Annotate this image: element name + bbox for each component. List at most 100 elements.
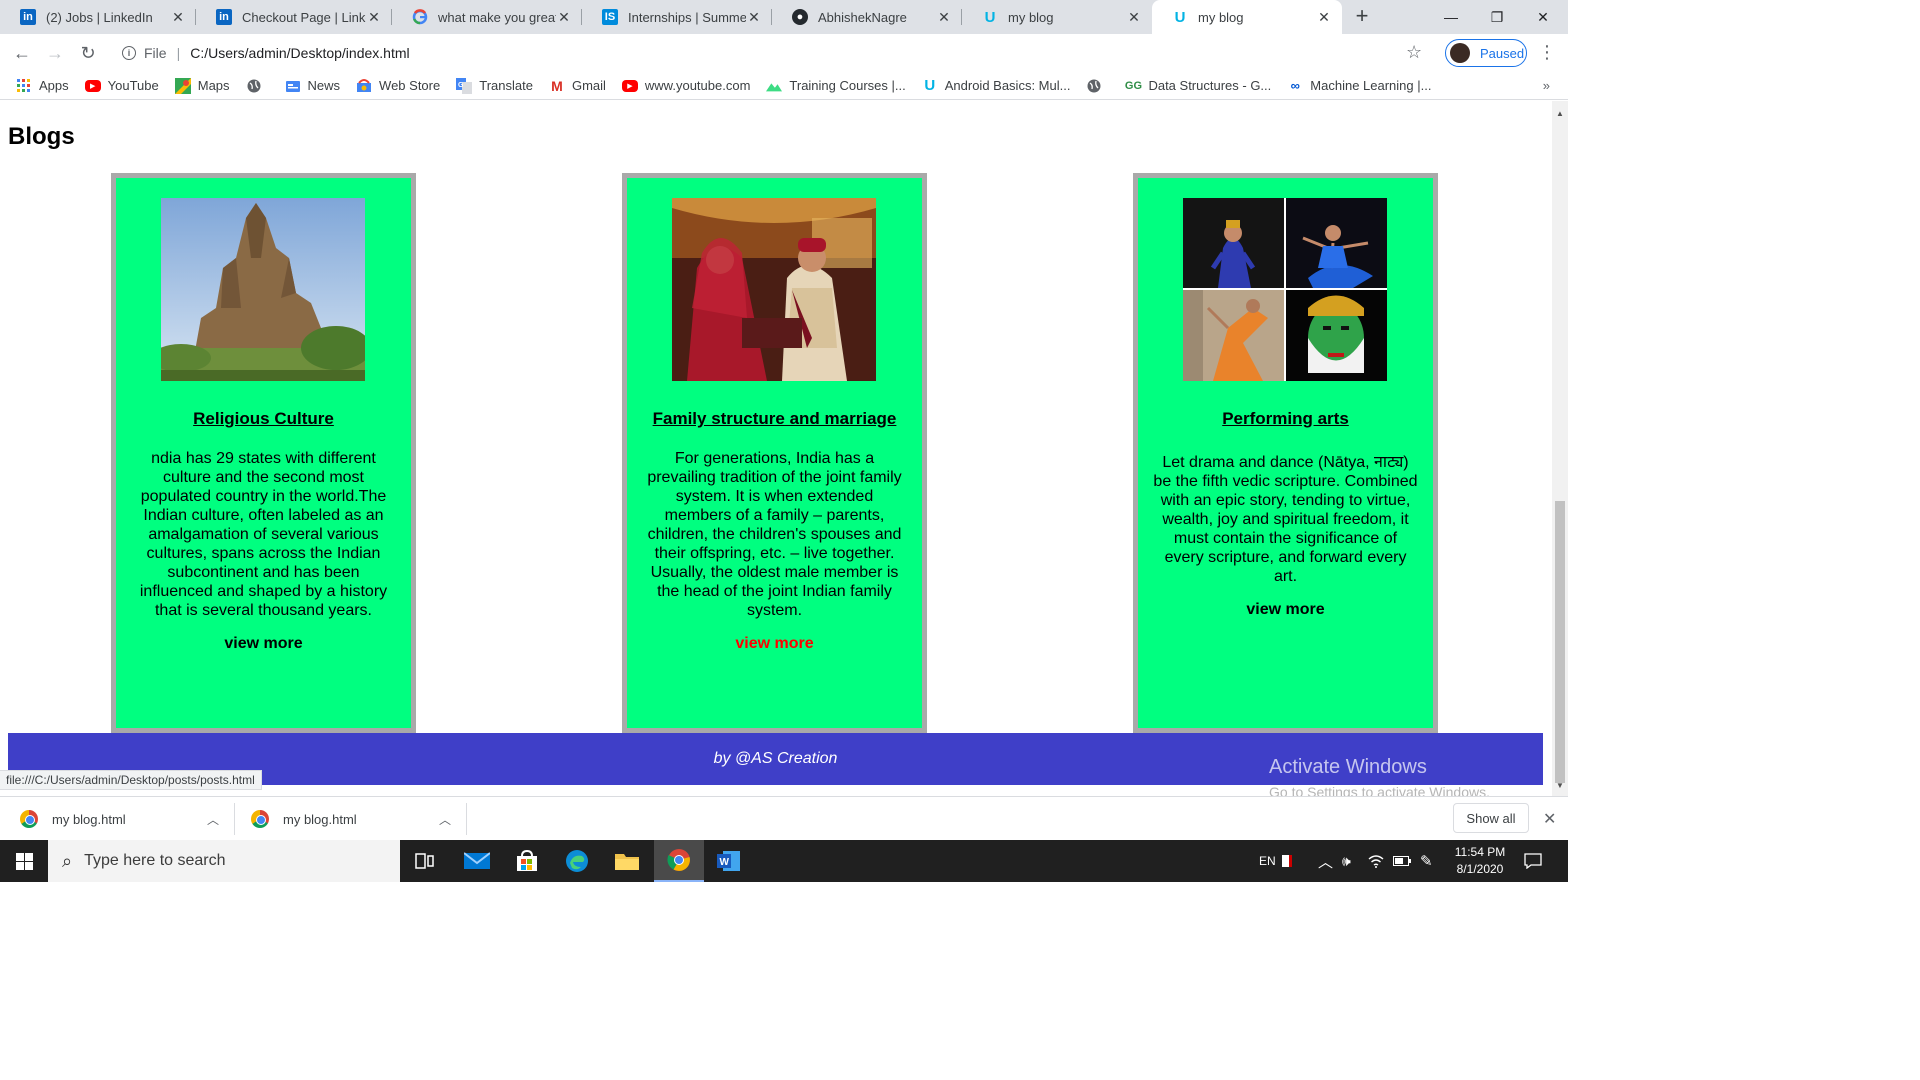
gmail-icon: M (551, 77, 563, 94)
folder-icon (615, 854, 639, 870)
file-explorer-button[interactable] (602, 840, 652, 882)
task-view-button[interactable] (400, 840, 450, 882)
minimize-button[interactable]: — (1428, 0, 1474, 34)
close-icon[interactable]: ✕ (556, 9, 572, 26)
profile-button[interactable]: Paused (1445, 39, 1527, 67)
download-item[interactable]: my blog.html ︿ (251, 797, 467, 841)
view-more-link[interactable]: view more (1138, 601, 1433, 619)
battery-icon[interactable] (1393, 840, 1411, 882)
show-all-downloads-button[interactable]: Show all (1453, 803, 1529, 833)
bookmark-data-structures[interactable]: GG Data Structures - G... (1125, 78, 1271, 94)
tab-my-blog-active[interactable]: U my blog ✕ (1152, 0, 1342, 34)
maximize-button[interactable]: ❐ (1474, 0, 1520, 34)
word-app-button[interactable]: W (704, 840, 754, 882)
view-more-link[interactable]: view more (116, 635, 411, 653)
clock-date: 8/1/2020 (1456, 862, 1504, 876)
bookmark-star-icon[interactable]: ☆ (1406, 42, 1422, 63)
wifi-icon[interactable] (1368, 840, 1384, 882)
bookmark-youtube[interactable]: ▶ YouTube (84, 78, 159, 93)
bookmark-news[interactable]: News (285, 78, 341, 94)
profile-status: Paused (1480, 45, 1525, 61)
internshala-icon: IS (602, 9, 618, 25)
news-icon (285, 78, 301, 94)
bookmark-apps[interactable]: Apps (16, 78, 69, 94)
tab-label: Checkout Page | Linked (242, 9, 366, 25)
card-description: For generations, India has a prevailing … (647, 450, 902, 619)
taskbar-clock[interactable]: 11:54 PM 8/1/2020 (1440, 844, 1520, 878)
taskbar-search-input[interactable]: ⌕ Type here to search (48, 840, 400, 882)
mail-app-button[interactable] (452, 840, 502, 882)
bookmark-globe-2[interactable] (1086, 78, 1109, 94)
close-icon[interactable]: ✕ (1316, 9, 1332, 26)
bookmark-label: Training Courses |... (789, 78, 906, 93)
udacity-icon: U (924, 77, 936, 94)
close-icon[interactable]: ✕ (936, 9, 952, 26)
bookmark-label: News (307, 78, 341, 93)
blog-card-performing-arts: Performing arts Let drama and dance (Nāt… (1133, 173, 1438, 733)
bookmarks-overflow-icon[interactable]: » (1543, 78, 1550, 93)
activate-windows-watermark: Activate Windows (1269, 756, 1427, 778)
close-window-button[interactable]: ✕ (1520, 0, 1566, 34)
chevron-up-icon[interactable]: ︿ (439, 811, 451, 828)
bookmark-label: Maps (197, 78, 230, 93)
new-tab-button[interactable]: + (1350, 5, 1374, 29)
info-icon[interactable]: i (122, 46, 136, 60)
scroll-up-icon[interactable]: ▲ (1556, 109, 1564, 118)
bookmark-youtube-com[interactable]: ▶ www.youtube.com (621, 78, 750, 93)
back-button[interactable]: ← (8, 39, 36, 67)
reload-button[interactable]: ↻ (74, 39, 102, 67)
tab-my-blog[interactable]: U my blog ✕ (962, 0, 1152, 34)
store-icon (517, 850, 537, 871)
pen-icon[interactable]: ✎ (1420, 840, 1433, 882)
language-indicator[interactable]: EN (1259, 840, 1292, 882)
start-button[interactable] (0, 840, 48, 882)
card-title[interactable]: Family structure and marriage (627, 409, 922, 429)
bookmark-training-courses[interactable]: Training Courses |... (766, 78, 906, 94)
bookmark-android-basics[interactable]: U Android Basics: Mul... (922, 77, 1071, 94)
close-icon[interactable]: ✕ (366, 9, 382, 26)
close-icon[interactable]: ✕ (1126, 9, 1142, 26)
bookmark-globe[interactable] (246, 78, 269, 94)
bookmark-label: Gmail (571, 78, 606, 93)
url-text[interactable]: C:/Users/admin/Desktop/index.html (190, 45, 409, 61)
tab-linkedin-checkout[interactable]: in Checkout Page | Linked ✕ (196, 0, 392, 34)
scroll-down-icon[interactable]: ▼ (1556, 781, 1564, 790)
bookmark-translate[interactable]: G Translate (456, 77, 533, 94)
scrollbar-thumb[interactable] (1555, 501, 1565, 783)
download-filename: my blog.html (52, 811, 126, 827)
edge-app-button[interactable] (552, 840, 602, 882)
tray-chevron-up-icon[interactable]: ︿ (1318, 840, 1333, 882)
close-icon[interactable]: ✕ (170, 9, 186, 26)
forward-button[interactable]: → (41, 39, 69, 67)
address-bar[interactable]: i File | C:/Users/admin/Desktop/index.ht… (110, 39, 1435, 67)
bookmark-maps[interactable]: Maps (174, 77, 230, 94)
bookmark-gmail[interactable]: M Gmail (549, 78, 606, 94)
chrome-app-button[interactable] (654, 840, 704, 882)
tab-google-search[interactable]: what make you great n ✕ (392, 0, 582, 34)
store-app-button[interactable] (502, 840, 552, 882)
view-more-link[interactable]: view more (627, 635, 922, 653)
avatar (1450, 43, 1470, 63)
bookmark-label: Android Basics: Mul... (944, 78, 1071, 93)
download-shelf: my blog.html ︿ my blog.html ︿ Show all ✕ (0, 796, 1568, 840)
url-divider: | (176, 45, 181, 61)
close-icon[interactable]: ✕ (1543, 809, 1556, 829)
volume-icon[interactable]: 🕪 (1342, 840, 1351, 882)
google-icon (412, 9, 428, 25)
udacity-icon: U (984, 8, 996, 26)
tab-linkedin-jobs[interactable]: in (2) Jobs | LinkedIn ✕ (0, 0, 196, 34)
tab-github[interactable]: ● AbhishekNagre ✕ (772, 0, 962, 34)
card-title[interactable]: Performing arts (1138, 409, 1433, 429)
card-title[interactable]: Religious Culture (116, 409, 411, 429)
download-item[interactable]: my blog.html ︿ (20, 797, 235, 841)
url-scheme: File (144, 45, 167, 61)
menu-kebab-icon[interactable]: ⋮ (1538, 42, 1556, 63)
close-icon[interactable]: ✕ (746, 9, 762, 26)
page-scrollbar[interactable]: ▲ ▼ (1552, 101, 1568, 796)
notifications-icon[interactable] (1524, 840, 1542, 882)
tab-internships[interactable]: IS Internships | Summer In ✕ (582, 0, 772, 34)
bookmark-machine-learning[interactable]: ∞ Machine Learning |... (1287, 78, 1432, 94)
chevron-up-icon[interactable]: ︿ (207, 811, 219, 828)
bookmark-web-store[interactable]: Web Store (356, 78, 440, 94)
coursera-icon: ∞ (1290, 78, 1300, 93)
